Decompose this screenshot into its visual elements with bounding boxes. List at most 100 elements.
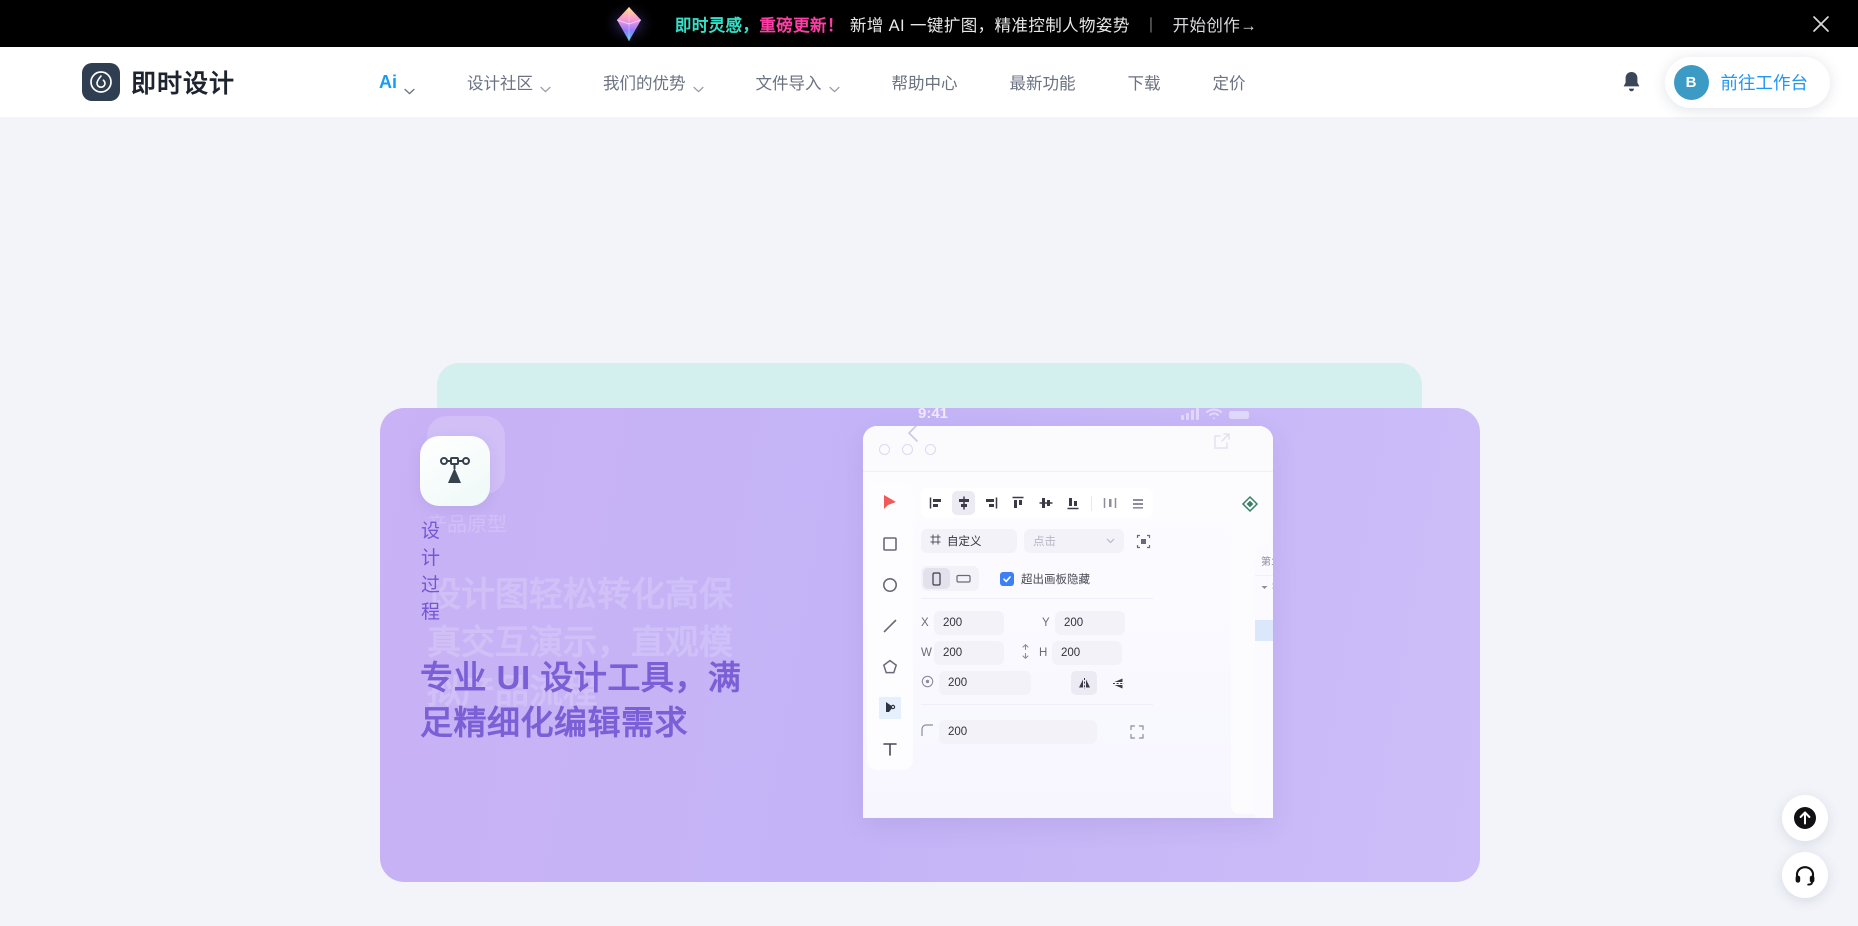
align-right-icon[interactable] [980,491,1002,515]
portrait-icon[interactable] [923,568,950,589]
share-icon[interactable] [1213,432,1231,455]
nav-item-community[interactable]: 设计社区 [441,60,577,104]
chevron-left-icon[interactable] [903,426,923,453]
chevron-down-icon [1106,535,1115,547]
nav-item-file-import[interactable]: 文件导入 [730,60,866,104]
layer-row[interactable] [1255,576,1273,599]
distribute-vertical-icon[interactable] [1127,491,1149,515]
site-header: 即时设计 Ai 设计社区 我们的优势 文件导入 帮助中心 最新功能 下载 定价 … [0,47,1858,117]
design-process-icon [420,436,490,506]
main-nav: Ai 设计社区 我们的优势 文件导入 帮助中心 最新功能 下载 定价 [353,60,1272,104]
layer-row[interactable] [1255,599,1273,620]
flip-horizontal-icon[interactable] [1071,671,1097,695]
rotation-input[interactable]: 200 [939,671,1031,695]
nav-item-latest-features[interactable]: 最新功能 [984,60,1102,104]
nav-label: 下载 [1127,75,1161,93]
align-left-icon[interactable] [925,491,947,515]
trigger-select[interactable]: 点击 [1024,529,1124,553]
nav-label: 文件导入 [755,75,822,93]
x-input[interactable]: 200 [934,611,1004,635]
independent-corners-icon[interactable] [1125,720,1149,744]
floating-actions [1782,795,1828,898]
status-time: 9:41 [918,408,949,422]
nav-item-download[interactable]: 下载 [1102,60,1187,104]
align-toolbar [921,488,1153,518]
nav-label: 我们的优势 [603,75,686,93]
flip-vertical-icon[interactable] [1105,671,1131,695]
corner-radius-row: 200 [921,720,1149,744]
promo-text: 新增 AI 一键扩图，精准控制人物姿势 [849,16,1130,35]
chevron-down-icon[interactable] [1261,582,1268,593]
align-middle-vertical-icon[interactable] [1035,491,1057,515]
x-label: X [921,617,929,629]
y-input[interactable]: 200 [1055,611,1125,635]
nav-item-ai[interactable]: Ai [353,62,441,103]
h-value: 200 [1061,647,1081,659]
promo-highlight-2: 重磅更新！ [759,16,844,35]
nav-label: Ai [379,71,398,92]
component-icon[interactable] [1238,492,1262,516]
chevron-down-icon [828,79,840,92]
promo-cta-link[interactable]: 开始创作→ [1173,12,1258,36]
header-actions: B 前往工作台 [1620,56,1830,108]
h-input[interactable]: 200 [1052,641,1122,665]
mockup-window: 自定义 点击 超出画板隐藏 X 200 Y 200 W 200 H 200 20… [863,426,1273,818]
align-bottom-icon[interactable] [1062,491,1084,515]
window-dot [879,444,890,455]
frame-preset-label: 自定义 [947,536,982,548]
nav-label: 最新功能 [1009,75,1076,93]
hero-card[interactable]: 产品原型 设计图轻松转化高保真交互演示，直观模拟产品流程 设计过程 专业 UI … [380,408,1480,882]
hero-feature-label: 设计过程 [421,521,441,623]
frame-icon [1272,581,1273,594]
clip-content-label: 超出画板隐藏 [1021,573,1090,586]
nav-item-advantages[interactable]: 我们的优势 [577,60,730,104]
rectangle-icon[interactable] [879,533,901,555]
w-value: 200 [943,647,963,659]
pen-icon[interactable] [879,697,901,719]
page-name[interactable]: 第1页 [1255,546,1273,576]
orientation-segmented[interactable] [921,566,979,591]
arrow-up-circle-icon [1794,807,1816,829]
layers-panel: 第1页 [1255,546,1273,818]
brand-logo[interactable]: 即时设计 [82,63,235,101]
panel-divider [921,598,1153,599]
status-icons [1181,408,1253,427]
y-value: 200 [1064,617,1084,629]
landscape-icon[interactable] [950,568,977,589]
y-label: Y [1042,617,1050,629]
go-to-workbench-button[interactable]: B 前往工作台 [1664,56,1830,108]
corner-radius-input[interactable]: 200 [939,720,1097,744]
avatar: B [1673,64,1709,100]
promo-separator: 丨 [1142,16,1160,35]
promo-highlight-1: 即时灵感， [674,16,760,35]
cursor-icon[interactable] [879,492,901,514]
polygon-icon[interactable] [879,656,901,678]
app-logo-icon [82,63,120,101]
position-row: X 200 Y 200 [921,611,1125,635]
bell-icon[interactable] [1620,69,1643,95]
nav-item-pricing[interactable]: 定价 [1187,60,1272,104]
battery-icon [1229,411,1249,419]
constrain-proportions-icon[interactable] [1020,643,1031,662]
nav-item-help-center[interactable]: 帮助中心 [866,60,984,104]
orientation-row: 超出画板隐藏 [921,566,1090,591]
hero-headline: 专业 UI 设计工具，满足精细化编辑需求 [420,659,742,741]
align-center-horizontal-icon[interactable] [952,491,975,515]
scroll-to-top-button[interactable] [1782,795,1828,841]
promo-banner[interactable]: 即时灵感， 重磅更新！ 新增 AI 一键扩图，精准控制人物姿势 丨 开始创作→ [0,0,1858,47]
support-button[interactable] [1782,852,1828,898]
fit-content-icon[interactable] [1131,529,1155,553]
text-icon[interactable] [879,738,901,760]
clip-content-checkbox[interactable]: 超出画板隐藏 [1000,571,1090,587]
wifi-icon [1206,408,1222,420]
ellipse-icon[interactable] [879,574,901,596]
frame-preset-select[interactable]: 自定义 [921,529,1017,553]
layer-row-selected[interactable] [1255,620,1273,641]
mockup-toolbar [867,482,913,770]
w-input[interactable]: 200 [934,641,1004,665]
distribute-horizontal-icon[interactable] [1099,491,1121,515]
chevron-down-icon [692,79,704,92]
align-top-icon[interactable] [1007,491,1029,515]
close-icon[interactable] [1808,11,1834,37]
line-icon[interactable] [879,615,901,637]
